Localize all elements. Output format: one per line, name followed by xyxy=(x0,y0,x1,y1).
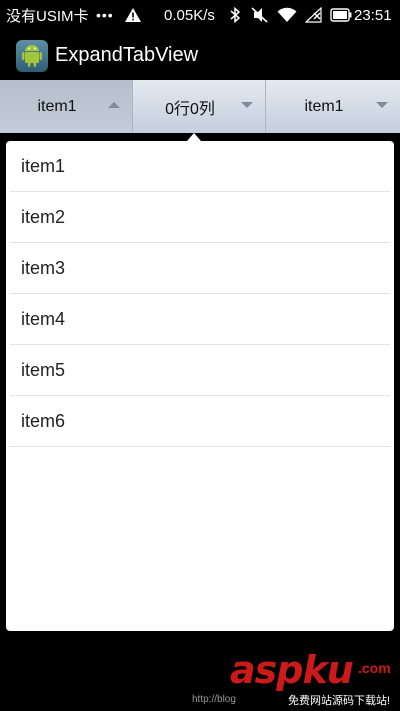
action-bar: ExpandTabView xyxy=(0,30,400,80)
tab-label: 0行0列 xyxy=(165,100,215,118)
chevron-down-icon xyxy=(376,102,388,108)
popup-pointer xyxy=(187,133,201,141)
tab-label: item1 xyxy=(304,97,344,115)
watermark-url: http://blog xyxy=(192,694,236,705)
tab-row-column[interactable]: 0行0列 xyxy=(133,80,266,133)
watermark-subtitle: 免费网站源码下载站! xyxy=(288,695,391,707)
bluetooth-icon xyxy=(229,0,241,30)
battery-icon xyxy=(330,0,352,30)
watermark: aspku .com 免费网站源码下载站! xyxy=(230,648,398,708)
app-title: ExpandTabView xyxy=(55,43,199,66)
list-item[interactable]: item2 xyxy=(10,192,390,243)
no-signal-icon xyxy=(305,0,323,30)
tab-item1-first[interactable]: item1 xyxy=(0,80,133,133)
dropdown-list: item1 item2 item3 item4 item5 item6 xyxy=(6,141,394,631)
network-speed: 0.05K/s xyxy=(164,6,215,24)
list-item[interactable]: item1 xyxy=(10,141,390,192)
notification-dots: ••• xyxy=(96,7,114,23)
list-item[interactable]: item4 xyxy=(10,294,390,345)
list-item[interactable]: item3 xyxy=(10,243,390,294)
wifi-icon xyxy=(277,0,297,30)
clock: 23:51 xyxy=(354,6,392,24)
warning-icon xyxy=(124,0,142,30)
chevron-down-icon xyxy=(241,102,253,108)
carrier-text: 没有USIM卡 xyxy=(6,7,89,25)
watermark-tld: .com xyxy=(358,660,391,676)
chevron-up-icon xyxy=(108,102,120,108)
android-app-icon[interactable] xyxy=(16,40,48,72)
mute-icon xyxy=(251,0,269,30)
watermark-logo: aspku xyxy=(230,648,354,692)
status-bar: 没有USIM卡 ••• 0.05K/s 23:51 xyxy=(0,0,400,30)
list-item[interactable]: item6 xyxy=(10,396,390,447)
tab-item1-third[interactable]: item1 xyxy=(266,80,400,133)
expand-tab-bar: item1 0行0列 item1 xyxy=(0,80,400,133)
tab-label: item1 xyxy=(37,97,77,115)
list-item[interactable]: item5 xyxy=(10,345,390,396)
